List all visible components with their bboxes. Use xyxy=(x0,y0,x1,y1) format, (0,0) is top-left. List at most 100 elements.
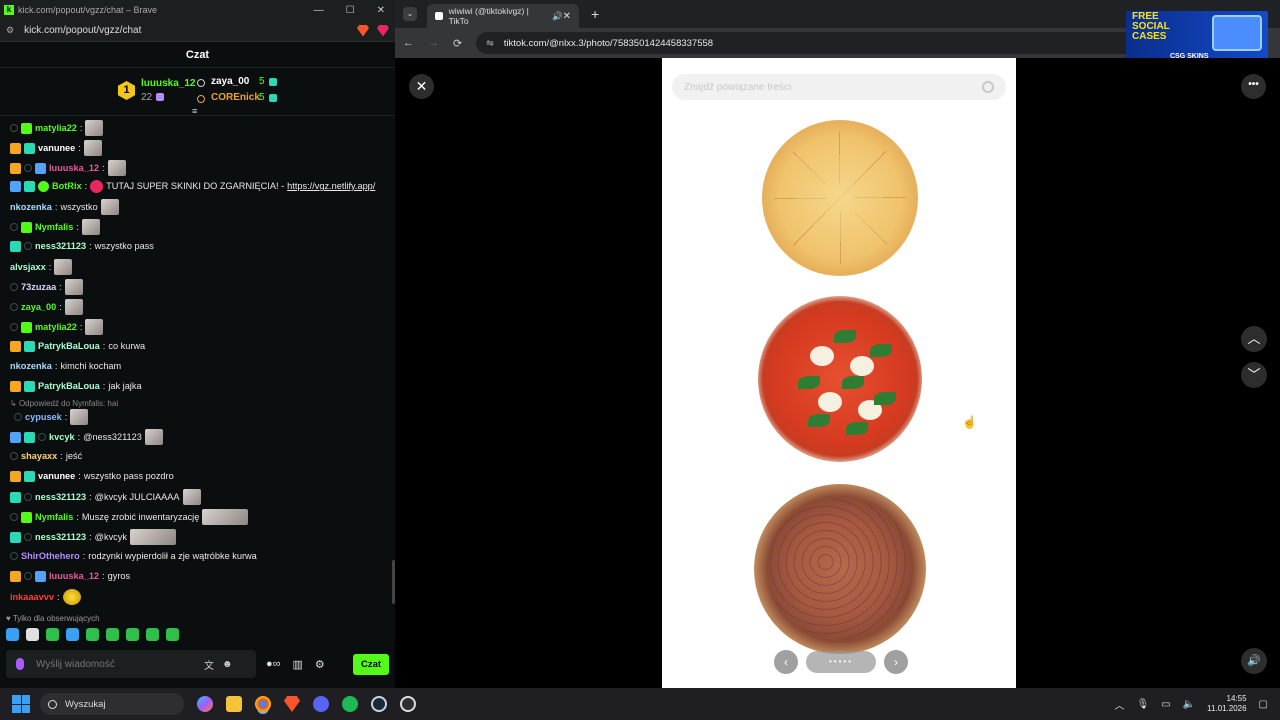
close-tab-icon[interactable]: ✕ xyxy=(563,11,571,22)
emote-icon[interactable] xyxy=(126,628,139,641)
chat-username[interactable]: luuuska_12 xyxy=(49,569,99,583)
chat-username[interactable]: nkozenka xyxy=(10,200,52,214)
emote-icon[interactable] xyxy=(146,628,159,641)
leader-first-name[interactable]: luuuska_12 xyxy=(141,78,195,89)
chat-username[interactable]: vanunee xyxy=(38,469,75,483)
chat-username[interactable]: ness321123 xyxy=(35,530,86,544)
more-options-icon[interactable]: ••• xyxy=(1241,74,1266,99)
mic-icon[interactable] xyxy=(16,658,24,670)
maximize-icon[interactable]: ☐ xyxy=(346,5,355,16)
minimize-icon[interactable]: — xyxy=(314,5,324,16)
address-url[interactable]: tiktok.com/@nlxx.3/photo/758350142445833… xyxy=(504,38,713,49)
verified-badge-icon xyxy=(38,180,49,192)
previous-photo-icon[interactable]: ‹ xyxy=(774,650,798,674)
new-tab-icon[interactable]: + xyxy=(591,6,599,22)
site-info-icon[interactable]: ⇋ xyxy=(486,38,494,49)
translate-icon[interactable]: 文 xyxy=(204,657,214,672)
chat-username[interactable]: zaya_00 xyxy=(21,300,56,314)
network-icon[interactable]: ▭ xyxy=(1161,699,1170,710)
reply-reference[interactable]: ↳ Odpowiedź do Nymfalis: hai xyxy=(10,399,118,408)
file-explorer-icon[interactable] xyxy=(226,696,242,712)
brave-shields-icon[interactable] xyxy=(357,24,369,37)
notifications-icon[interactable]: ▢ xyxy=(1259,699,1268,710)
chrome-icon[interactable] xyxy=(255,696,271,712)
chat-username[interactable]: nkozenka xyxy=(10,359,52,373)
chat-input-box[interactable]: 文 ☻ xyxy=(6,650,256,678)
chat-username[interactable]: inkaaavvv xyxy=(10,590,54,604)
ad-banner[interactable]: FREE SOCIAL CASES CSG SKINS xyxy=(1126,11,1268,61)
next-photo-icon[interactable]: › xyxy=(884,650,908,674)
chat-username[interactable]: shayaxx xyxy=(21,449,57,463)
copilot-icon[interactable] xyxy=(197,696,213,712)
settings-icon[interactable]: ⚙ xyxy=(315,658,325,671)
volume-icon[interactable]: 🔈 xyxy=(1183,699,1195,710)
chat-text: wszystko pass xyxy=(94,241,154,251)
chat-username[interactable]: kvcyk xyxy=(49,430,75,444)
chevron-up-icon[interactable]: ︿ xyxy=(1241,326,1267,352)
tray-chevron-up-icon[interactable]: ︿ xyxy=(1114,697,1124,712)
photo-slide[interactable]: Znajdź powiązane treści xyxy=(662,58,1016,688)
brave-rewards-icon[interactable] xyxy=(377,24,389,37)
expand-leaderboard-icon[interactable]: ≡ xyxy=(192,106,197,116)
tab-tiktok[interactable]: wiwiwi (@tiktokivgz) | TikTo 🔊 ✕ xyxy=(427,4,579,28)
app-icon[interactable] xyxy=(400,696,416,712)
steam-icon[interactable] xyxy=(371,696,387,712)
emote-icon[interactable] xyxy=(66,628,79,641)
search-icon[interactable] xyxy=(982,81,994,93)
chat-link[interactable]: https://vgz.netlify.app/ xyxy=(287,179,375,193)
emoji-picker-icon[interactable]: ☻ xyxy=(222,659,233,670)
chat-username[interactable]: PatrykBaLoua xyxy=(38,339,100,353)
emote-icon[interactable] xyxy=(26,628,39,641)
volume-icon[interactable]: 🔊 xyxy=(1241,648,1267,674)
address-bar[interactable]: ⇋ tiktok.com/@nlxx.3/photo/7583501424458… xyxy=(476,32,1237,54)
send-chat-button[interactable]: Czat xyxy=(353,654,389,675)
forward-icon[interactable]: → xyxy=(428,37,439,49)
chat-username[interactable]: ShirOthehero xyxy=(21,549,80,563)
tab-search-icon[interactable]: ⌄ xyxy=(403,7,417,21)
chevron-down-icon[interactable]: ﹀ xyxy=(1241,362,1267,388)
emote-icon[interactable] xyxy=(106,628,119,641)
reload-icon[interactable]: ⟳ xyxy=(453,37,462,50)
chat-username[interactable]: Nymfalis xyxy=(35,510,73,524)
chat-message-input[interactable] xyxy=(36,658,196,670)
chat-username[interactable]: BotRix xyxy=(52,179,82,193)
discord-icon[interactable] xyxy=(313,696,329,712)
emote-icon[interactable] xyxy=(166,628,179,641)
chat-username[interactable]: vanunee xyxy=(38,141,75,155)
close-icon[interactable]: ✕ xyxy=(377,5,385,16)
store-icon[interactable]: ▥ xyxy=(293,658,303,671)
carousel-dots[interactable]: ••••• xyxy=(806,651,876,673)
close-icon[interactable]: ✕ xyxy=(409,74,434,99)
chat-username[interactable]: cypusek xyxy=(25,410,62,424)
chat-username[interactable]: luuuska_12 xyxy=(49,161,99,175)
chat-url[interactable]: kick.com/popout/vgzz/chat xyxy=(24,25,141,36)
chat-username[interactable]: PatrykBaLoua xyxy=(38,379,100,393)
leader-third-name[interactable]: COREnick xyxy=(211,92,260,103)
leader-second-name[interactable]: zaya_00 xyxy=(211,76,249,87)
audio-playing-icon[interactable]: 🔊 xyxy=(552,11,563,22)
related-search-bar[interactable]: Znajdź powiązane treści xyxy=(672,74,1006,100)
brave-icon[interactable] xyxy=(284,696,300,712)
clock[interactable]: 14:55 11.01.2026 xyxy=(1207,694,1246,714)
microphone-icon[interactable]: 🎙 xyxy=(1136,699,1149,710)
emote-icon[interactable] xyxy=(46,628,59,641)
spotify-icon[interactable] xyxy=(342,696,358,712)
chat-message-list[interactable]: matylia22: vanunee: luuuska_12: BotRix: … xyxy=(0,117,395,612)
emote-icon[interactable] xyxy=(86,628,99,641)
sub-badge-icon xyxy=(21,321,32,333)
chat-username[interactable]: 73zuzaa xyxy=(21,280,56,294)
chat-username[interactable]: matylia22 xyxy=(35,121,77,135)
chat-username[interactable]: matylia22 xyxy=(35,320,77,334)
chat-username[interactable]: ness321123 xyxy=(35,239,86,253)
chat-username[interactable]: Nymfalis xyxy=(35,220,73,234)
gift-leaderboard[interactable]: 1 luuuska_12 22 zaya_00 5 COREnick 5 ≡ xyxy=(0,68,395,116)
tiktok-photo-viewer: ✕ ••• ︿ ﹀ 🔊 Znajdź powiązane treści ☝ ‹ … xyxy=(395,58,1280,688)
back-icon[interactable]: ← xyxy=(403,37,414,49)
site-settings-icon[interactable]: ⚙ xyxy=(6,25,14,36)
windows-start-icon[interactable] xyxy=(12,695,30,713)
taskbar-search-box[interactable]: Wyszukaj xyxy=(40,693,184,715)
chat-username[interactable]: alvsjaxx xyxy=(10,260,46,274)
emote-icon[interactable] xyxy=(6,628,19,641)
users-icon[interactable]: ●∞ xyxy=(266,658,281,671)
chat-username[interactable]: ness321123 xyxy=(35,490,86,504)
